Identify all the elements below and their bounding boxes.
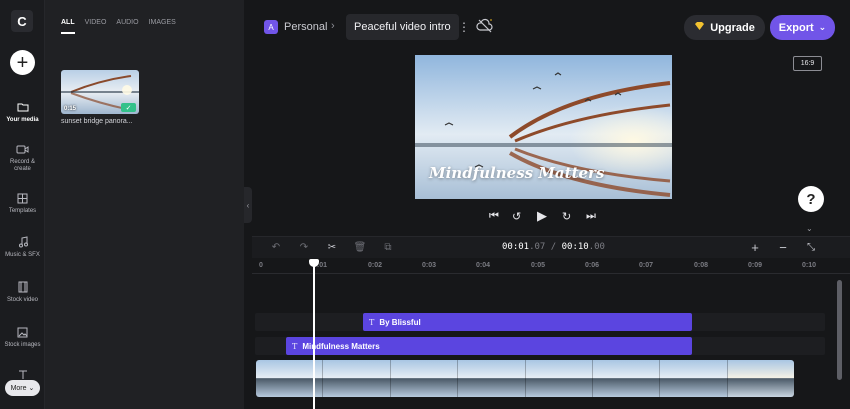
tab-video[interactable]: VIDEO	[85, 19, 107, 34]
media-duration: 0:15	[64, 106, 77, 112]
rail-item-label: Stock video	[6, 297, 39, 303]
skip-back-icon[interactable]: ⏮	[489, 210, 499, 223]
rail-item-label: Stock images	[4, 342, 41, 348]
cloud-sync-off-icon[interactable]	[476, 18, 494, 34]
text-type-icon: T	[369, 317, 375, 327]
split-icon[interactable]: ✂	[326, 241, 338, 253]
video-clip[interactable]	[256, 360, 794, 397]
rail-item-your-media[interactable]: Your media	[0, 100, 45, 124]
project-title-input[interactable]: Peaceful video intro	[346, 14, 459, 40]
play-icon[interactable]: ▶	[537, 208, 547, 224]
ruler-tick: 0:05	[531, 262, 546, 269]
check-icon: ✓	[121, 103, 136, 112]
video-frame	[390, 360, 459, 397]
upgrade-label: Upgrade	[710, 21, 755, 34]
add-media-button[interactable]: +	[10, 50, 35, 75]
rail-item-label: Templates	[8, 208, 37, 214]
timeline-scrollbar[interactable]	[837, 280, 842, 380]
clipchamp-logo[interactable]: C	[11, 10, 33, 32]
ruler-tick: 0:03	[422, 262, 437, 269]
chevron-down-icon: ⌄	[28, 385, 35, 392]
diamond-icon	[694, 21, 705, 34]
left-nav-rail: C + Your media Record & create Templates…	[0, 0, 45, 409]
ruler-tick: 0:10	[802, 262, 817, 269]
total-time: 00:10	[561, 242, 589, 252]
image-icon	[16, 325, 30, 339]
total-time-fraction: .00	[588, 242, 605, 252]
ruler-tick: 0:04	[476, 262, 491, 269]
text-type-icon: T	[292, 341, 298, 351]
rail-item-stock-video[interactable]: Stock video	[0, 280, 45, 304]
ruler-tick: 0:09	[748, 262, 763, 269]
video-frame	[323, 360, 391, 397]
templates-icon	[16, 191, 30, 205]
media-panel: ALL VIDEO AUDIO IMAGES 0:15 ✓ sunset bri…	[45, 0, 244, 409]
delete-icon[interactable]: 🗑	[354, 241, 367, 253]
duplicate-icon[interactable]: ⧉	[382, 241, 394, 253]
rail-item-label: Your media	[6, 117, 39, 123]
ruler-tick: 0:06	[585, 262, 600, 269]
skip-forward-icon[interactable]: ⏭	[586, 210, 596, 223]
ruler-tick: 0:07	[639, 262, 654, 269]
upgrade-button[interactable]: Upgrade	[684, 15, 765, 40]
help-button[interactable]: ?	[798, 186, 824, 212]
more-button[interactable]: More ⌄	[5, 380, 40, 396]
zoom-out-icon[interactable]: −	[777, 240, 789, 255]
video-frame	[660, 360, 728, 397]
current-time-fraction: .07	[529, 242, 546, 252]
rail-item-label: Record & create	[9, 159, 35, 172]
text-clip[interactable]: T By Blissful	[363, 313, 692, 331]
clip-label: By Blissful	[379, 317, 421, 327]
rail-item-stock-images[interactable]: Stock images	[0, 325, 45, 349]
zoom-in-icon[interactable]: +	[749, 240, 761, 255]
ruler-tick: 0:02	[368, 262, 383, 269]
aspect-ratio-button[interactable]: 16:9	[793, 56, 822, 71]
playhead[interactable]	[313, 264, 315, 409]
rail-item-music-sfx[interactable]: Music & SFX	[0, 235, 45, 259]
text-clip[interactable]: T Mindfulness Matters	[286, 337, 692, 355]
rail-item-templates[interactable]: Templates	[0, 191, 45, 215]
music-icon	[16, 235, 30, 249]
more-options-icon[interactable]: ⋮	[458, 20, 470, 34]
current-time: 00:01	[502, 242, 530, 252]
folder-icon	[16, 100, 30, 114]
tab-images[interactable]: IMAGES	[149, 19, 176, 34]
timecode-display: 00:01.07 / 00:10.00	[502, 242, 605, 252]
video-frame	[592, 360, 661, 397]
media-thumbnail[interactable]: 0:15 ✓	[61, 70, 139, 114]
rail-item-record-create[interactable]: Record & create	[0, 142, 45, 173]
timecode-separator: /	[545, 242, 562, 252]
video-frame	[525, 360, 593, 397]
media-tabs: ALL VIDEO AUDIO IMAGES	[61, 19, 176, 34]
media-filename: sunset bridge panora...	[61, 118, 133, 125]
chevron-down-icon: ⌄	[818, 22, 827, 32]
chevron-down-icon[interactable]: ⌄	[806, 224, 813, 233]
forward-5s-icon[interactable]: ↻	[562, 210, 571, 223]
export-label: Export	[778, 21, 814, 34]
video-frame	[458, 360, 526, 397]
film-icon	[16, 280, 30, 294]
tab-all[interactable]: ALL	[61, 19, 75, 34]
workspace-name[interactable]: Personal	[284, 21, 327, 33]
ruler-tick: 0	[259, 262, 263, 269]
video-frame	[727, 360, 794, 397]
ruler-tick: 0:08	[694, 262, 709, 269]
export-button[interactable]: Export ⌄	[770, 15, 835, 40]
video-preview[interactable]: Mindfulness Matters	[415, 55, 672, 199]
camera-icon	[16, 142, 30, 156]
tab-audio[interactable]: AUDIO	[116, 19, 138, 34]
rewind-5s-icon[interactable]: ↺	[512, 210, 521, 223]
chevron-left-icon: ‹	[246, 200, 250, 210]
collapse-panel-button[interactable]: ‹	[244, 187, 252, 223]
undo-icon[interactable]: ↶	[270, 241, 282, 253]
rail-item-label: Music & SFX	[5, 252, 40, 258]
redo-icon[interactable]: ↷	[298, 241, 310, 253]
timeline-ruler[interactable]: 0 0:01 0:02 0:03 0:04 0:05 0:06 0:07 0:0…	[252, 258, 850, 274]
workspace-avatar[interactable]: A	[264, 20, 278, 34]
more-label: More	[10, 384, 27, 392]
fit-timeline-icon[interactable]: ⤡	[805, 241, 817, 253]
preview-overlay-text: Mindfulness Matters	[429, 164, 605, 182]
breadcrumb-separator: ›	[331, 20, 335, 32]
